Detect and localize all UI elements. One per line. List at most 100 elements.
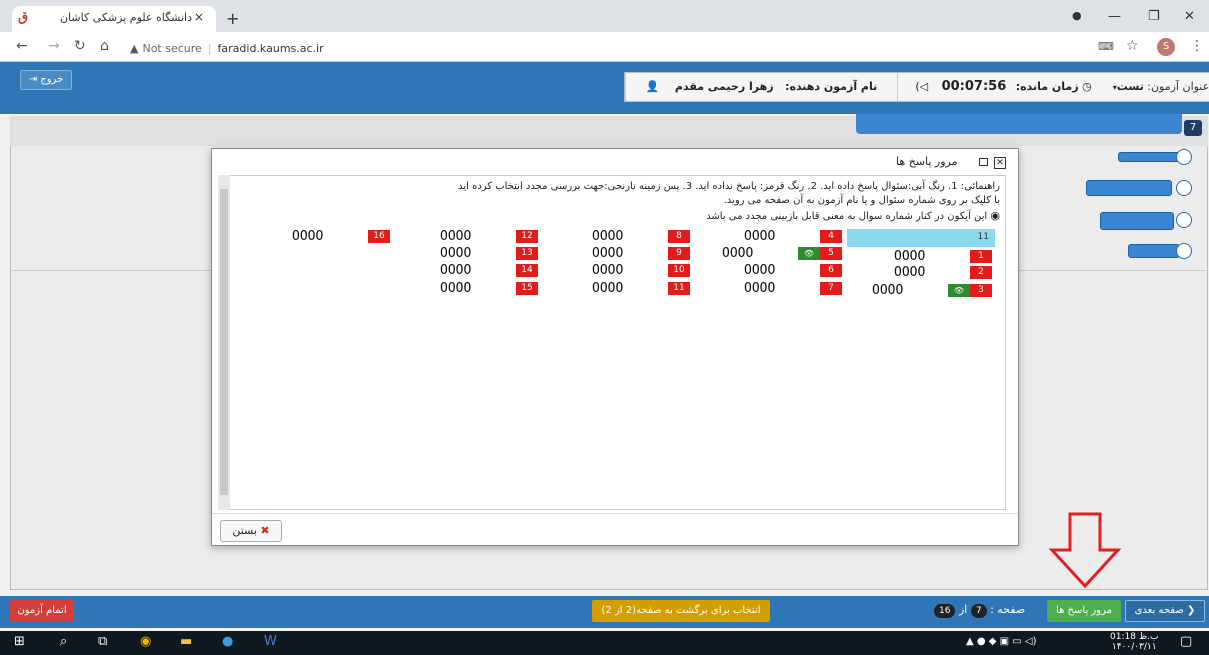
question-number-4[interactable]: 4 [820, 230, 842, 243]
page-of-label: از [958, 603, 968, 616]
scrollbar-thumb[interactable] [220, 189, 228, 495]
bookmark-star-icon[interactable]: ☆ [1126, 38, 1139, 54]
tray-icons[interactable]: ▲ ● ◆ ▣ ▭ ◁) [966, 636, 1037, 647]
new-tab-button[interactable]: + [226, 9, 239, 28]
question-number-9[interactable]: 9 [668, 247, 690, 260]
next-page-label: صفحه بعدی [1134, 605, 1184, 616]
notification-icon[interactable]: ▢ [1180, 634, 1192, 649]
question-number-8[interactable]: 8 [668, 230, 690, 243]
sign-out-icon: ⇥ [28, 74, 38, 85]
windows-start-icon[interactable]: ⊞ [14, 634, 25, 649]
answer-options-4: OOOO [744, 229, 776, 244]
minimize-icon[interactable]: — [1108, 9, 1121, 24]
option-3-radio[interactable] [1176, 212, 1192, 228]
modal-title: مرور پاسخ ها [896, 155, 958, 168]
question-number-14[interactable]: 14 [516, 264, 538, 277]
site-logo-icon: ق [18, 10, 29, 25]
page-label: صفحه : [990, 603, 1026, 616]
question-number-16[interactable]: 16 [368, 230, 390, 243]
close-button[interactable]: ✖ بستن [220, 520, 282, 542]
file-explorer-icon[interactable]: ▬ [180, 634, 192, 649]
chrome-icon[interactable]: ◉ [140, 634, 151, 649]
task-view-icon[interactable]: ⧉ [98, 634, 107, 649]
answer-options-13: OOOO [440, 246, 472, 261]
modal-maximize-icon[interactable] [979, 158, 988, 166]
highlighted-question-11[interactable]: 11 [847, 229, 995, 247]
option-1-radio[interactable] [1176, 149, 1192, 165]
answer-options-2: OOOO [894, 265, 926, 280]
close-tab-icon[interactable]: × [194, 10, 204, 24]
answer-options-8: OOOO [592, 229, 624, 244]
answer-options-5: OOOO [722, 246, 754, 261]
question-number-10[interactable]: 10 [668, 264, 690, 277]
answer-options-11: OOOO [592, 281, 624, 296]
exit-label: خروج [40, 74, 64, 85]
time-left-cell: ◷ زمان مانده: 00:07:56 ◁) [897, 73, 1109, 101]
highlight-label: 11 [977, 232, 989, 242]
forward-arrow-icon[interactable]: → [48, 38, 60, 54]
tab-title: دانشگاه علوم پزشکی کاشان [59, 11, 192, 24]
restore-icon[interactable]: ❐ [1148, 9, 1160, 24]
reload-icon[interactable]: ↻ [74, 38, 86, 54]
question-number-13[interactable]: 13 [516, 247, 538, 260]
question-number-5[interactable]: 5 [820, 247, 842, 260]
record-icon[interactable]: ● [1072, 9, 1082, 22]
clock-icon: ◷ [1082, 80, 1092, 93]
back-to-page-button[interactable]: انتخاب برای برگشت به صفحه(2 از 2) [592, 600, 770, 622]
volume-icon: ◁) [915, 80, 929, 93]
modal-close-icon[interactable]: ✕ [994, 157, 1006, 169]
option-4-radio[interactable] [1176, 243, 1192, 259]
option-1-text [1118, 152, 1180, 162]
answer-options-16: OOOO [292, 229, 324, 244]
chevron-left-icon: ❮ [1187, 605, 1196, 616]
guide-line-2: با کلیک بر روی شماره سئوال و یا نام آزمو… [723, 195, 1000, 206]
guide-line-1: راهنمائی: 1. رنگ آبی:سئوال پاسخ داده اید… [458, 181, 1000, 192]
menu-dots-icon[interactable]: ⋮ [1190, 38, 1204, 54]
exit-button[interactable]: خروج ⇥ [20, 70, 72, 90]
clock-time: 01:18 ب.ظ [1110, 632, 1159, 642]
review-eye-icon: 👁 [798, 247, 820, 260]
exam-title-dropdown[interactable]: تست [1117, 80, 1144, 93]
eye-legend-icon: ◉ [990, 209, 1000, 222]
search-icon[interactable]: ⌕ [60, 634, 67, 649]
guide-line-3-text: این آیکون در کنار شماره سوال به معنی قاب… [706, 211, 988, 222]
edge-icon[interactable]: ● [222, 634, 233, 649]
question-number-1[interactable]: 1 [970, 250, 992, 263]
option-4-text [1128, 244, 1180, 258]
option-2-radio[interactable] [1176, 180, 1192, 196]
finish-exam-button[interactable]: اتمام آزمون [10, 600, 74, 622]
next-page-button[interactable]: ❮ صفحه بعدی [1125, 600, 1205, 622]
url-text: faradid.kaums.ac.ir [217, 42, 324, 55]
question-number-6[interactable]: 6 [820, 264, 842, 277]
review-answers-modal: ✕ مرور پاسخ ها راهنمائی: 1. رنگ آبی:سئوا… [211, 148, 1019, 546]
question-number-2[interactable]: 2 [970, 266, 992, 279]
time-left-value: 00:07:56 [941, 79, 1007, 94]
translate-icon[interactable]: ⌨ [1098, 40, 1114, 53]
back-arrow-icon[interactable]: ← [16, 38, 28, 54]
url-field[interactable]: ▲ Not secure | faradid.kaums.ac.ir [130, 42, 324, 55]
home-icon[interactable]: ⌂ [100, 38, 109, 54]
question-number-7[interactable]: 7 [820, 282, 842, 295]
taskbar-clock[interactable]: 01:18 ب.ظ ۱۴۰۰/۰۳/۱۱ [1110, 632, 1158, 652]
review-answers-button[interactable]: مرور پاسخ ها [1047, 600, 1121, 622]
answer-options-3: OOOO [872, 283, 904, 298]
close-x-icon: ✖ [260, 524, 270, 537]
profile-avatar[interactable]: S [1157, 38, 1175, 56]
examinee-value: زهرا رحیمی مقدم [674, 80, 774, 93]
browser-tab[interactable]: ق دانشگاه علوم پزشکی کاشان × [12, 6, 216, 32]
review-eye-icon: 👁 [948, 284, 970, 297]
modal-scrollbar[interactable] [218, 175, 230, 510]
modal-title-bar: ✕ مرور پاسخ ها [896, 155, 1006, 169]
question-text-highlight [856, 114, 1182, 134]
question-number-11[interactable]: 11 [668, 282, 690, 295]
warning-icon: ▲ [130, 42, 139, 55]
option-3-text [1100, 212, 1174, 230]
question-number-15[interactable]: 15 [516, 282, 538, 295]
question-number-12[interactable]: 12 [516, 230, 538, 243]
window-close-icon[interactable]: ✕ [1184, 9, 1195, 24]
option-2-text [1086, 180, 1172, 196]
answer-options-7: OOOO [744, 281, 776, 296]
word-icon[interactable]: W [264, 634, 277, 649]
page-current-badge: 7 [970, 604, 987, 618]
question-number-3[interactable]: 3 [970, 284, 992, 297]
